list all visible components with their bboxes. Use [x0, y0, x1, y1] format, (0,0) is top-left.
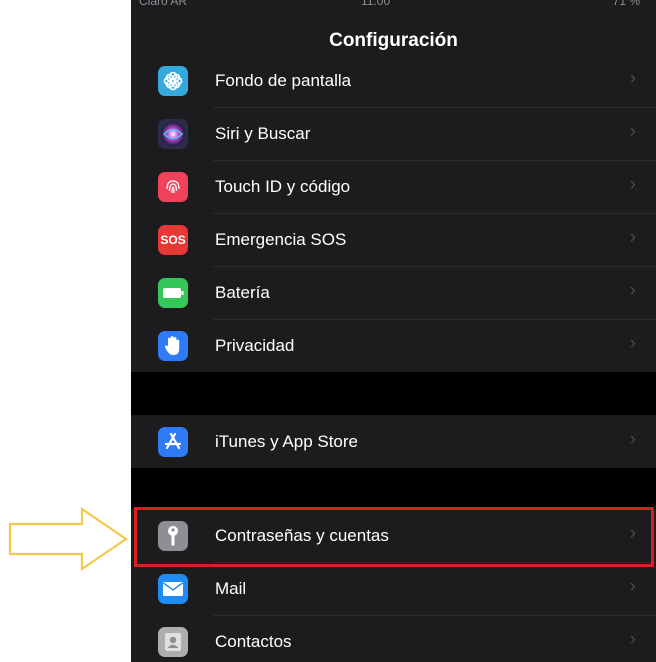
status-time: 11:00 — [361, 0, 391, 8]
settings-item-label: Siri y Buscar — [215, 124, 311, 143]
settings-item-mail[interactable]: Mail › — [131, 562, 656, 615]
settings-group-general: Fondo de pantalla › Siri y Buscar › Touc… — [131, 54, 656, 372]
chevron-right-icon: › — [629, 629, 636, 650]
chevron-right-icon: › — [629, 429, 636, 450]
settings-item-contacts[interactable]: Contactos › — [131, 615, 656, 662]
sos-icon: SOS — [158, 225, 188, 255]
mail-icon — [158, 574, 188, 604]
settings-item-label: Batería — [215, 283, 270, 302]
settings-item-wallpaper[interactable]: Fondo de pantalla › — [131, 54, 656, 107]
chevron-right-icon: › — [629, 174, 636, 195]
arrow-right-icon — [8, 506, 128, 572]
settings-item-itunes-app-store[interactable]: iTunes y App Store › — [131, 415, 656, 468]
chevron-right-icon: › — [629, 121, 636, 142]
battery-icon — [158, 278, 188, 308]
settings-item-label: Touch ID y código — [215, 177, 351, 196]
settings-item-label: Privacidad — [215, 336, 295, 355]
hand-icon — [158, 331, 188, 361]
settings-item-label: Mail — [215, 579, 247, 598]
page-title: Configuración — [329, 30, 458, 51]
wallpaper-icon — [158, 66, 188, 96]
settings-item-siri[interactable]: Siri y Buscar › — [131, 107, 656, 160]
settings-item-emergency-sos[interactable]: SOS Emergencia SOS › — [131, 213, 656, 266]
highlight-box — [134, 507, 654, 567]
chevron-right-icon: › — [629, 576, 636, 597]
chevron-right-icon: › — [629, 227, 636, 248]
status-bar: Claro AR 11:00 71 % — [131, 0, 656, 14]
battery-level: 71 % — [612, 0, 640, 8]
settings-group-store: iTunes y App Store › — [131, 415, 656, 468]
chevron-right-icon: › — [629, 68, 636, 89]
chevron-right-icon: › — [629, 280, 636, 301]
app-store-icon — [158, 427, 188, 457]
settings-item-label: Emergencia SOS — [215, 230, 347, 249]
settings-item-label: Fondo de pantalla — [215, 71, 352, 90]
contacts-icon — [158, 627, 188, 657]
settings-item-label: iTunes y App Store — [215, 432, 359, 451]
siri-icon — [158, 119, 188, 149]
settings-item-battery[interactable]: Batería › — [131, 266, 656, 319]
settings-item-label: Contactos — [215, 632, 292, 651]
settings-item-touch-id[interactable]: Touch ID y código › — [131, 160, 656, 213]
fingerprint-icon — [158, 172, 188, 202]
carrier-label: Claro AR — [139, 0, 188, 8]
settings-item-privacy[interactable]: Privacidad › — [131, 319, 656, 372]
chevron-right-icon: › — [629, 333, 636, 354]
